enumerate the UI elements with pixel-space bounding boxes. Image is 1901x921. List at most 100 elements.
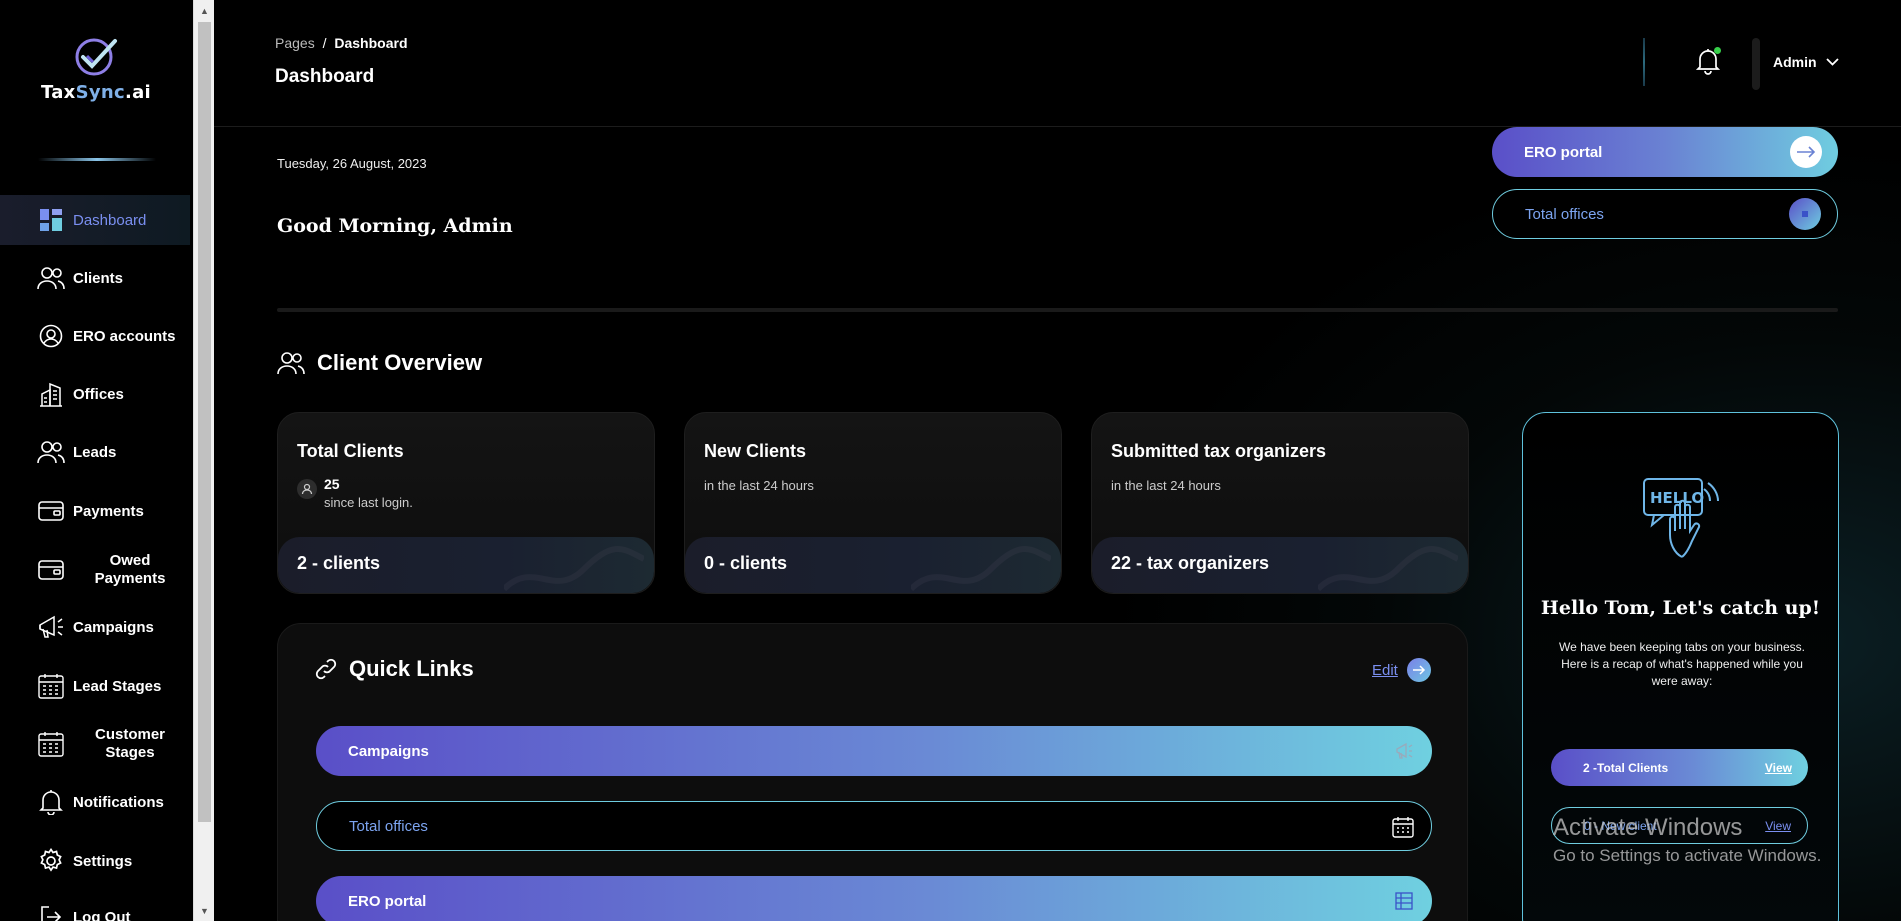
client-overview-title: Client Overview <box>277 350 482 376</box>
decorative-wave-icon <box>911 546 1051 591</box>
quick-link-total-offices[interactable]: Total offices <box>316 801 1432 851</box>
section-divider <box>277 308 1838 312</box>
card-footer: 0 - clients <box>685 537 1061 593</box>
sidebar-item-label: Log Out <box>73 909 131 921</box>
hello-hand-icon: HELLO <box>1643 478 1719 558</box>
ero-portal-label: ERO portal <box>1524 143 1603 161</box>
sidebar-item-label: Payments <box>73 502 144 520</box>
table-icon <box>1392 889 1416 913</box>
top-bar: Pages / Dashboard Dashboard Admin <box>214 0 1901 127</box>
sidebar-item-offices[interactable]: Offices <box>0 369 190 419</box>
quick-links-card: Quick Links Edit Campaigns Total offices… <box>277 623 1468 921</box>
activate-windows-watermark: Activate Windows Go to Settings to activ… <box>1553 814 1821 866</box>
view-total-clients-link[interactable]: View <box>1765 761 1792 775</box>
gear-icon <box>37 847 65 875</box>
watermark-subtitle: Go to Settings to activate Windows. <box>1553 846 1822 865</box>
sidebar-item-label: Clients <box>73 269 124 287</box>
catch-up-total-clients[interactable]: 2 -Total Clients View <box>1551 749 1808 786</box>
sidebar-item-label: Offices <box>73 385 124 403</box>
catch-up-text: We have been keeping tabs on your busine… <box>1559 640 1805 688</box>
sidebar-item-label: Dashboard <box>73 211 147 229</box>
scrollbar-thumb[interactable] <box>198 22 211 822</box>
link-icon <box>315 658 337 680</box>
sidebar-item-label: Lead Stages <box>73 677 162 695</box>
users-icon <box>277 352 305 375</box>
sidebar-item-customer-stages[interactable]: Customer Stages <box>0 719 190 769</box>
breadcrumb-separator: / <box>322 35 327 51</box>
user-menu[interactable]: Admin <box>1773 54 1839 70</box>
chevron-down-icon <box>1825 58 1839 66</box>
quick-link-ero-portal[interactable]: ERO portal <box>316 876 1432 921</box>
notifications-button[interactable] <box>1695 47 1721 80</box>
logo-divider <box>38 158 156 161</box>
client-count-caption: since last login. <box>324 495 413 510</box>
decorative-wave-icon <box>1318 546 1458 591</box>
sidebar-item-label: ERO accounts <box>73 327 176 345</box>
arrow-right-icon <box>1406 658 1431 682</box>
sidebar-item-logout[interactable]: Log Out <box>0 897 190 921</box>
card-title: New Clients <box>704 441 807 461</box>
card-subtitle: in the last 24 hours <box>704 478 814 493</box>
calendar-grid-icon <box>37 730 65 758</box>
sidebar-item-settings[interactable]: Settings <box>0 836 190 886</box>
user-icon <box>297 479 317 499</box>
sidebar-item-payments[interactable]: Payments <box>0 486 190 536</box>
sidebar-item-notifications[interactable]: Notifications <box>0 777 190 827</box>
arrow-right-icon <box>1790 136 1822 168</box>
decorative-wave-icon <box>504 546 644 591</box>
client-count: 25 <box>324 476 340 492</box>
user-circle-icon <box>37 322 65 350</box>
user-name: Admin <box>1773 54 1817 70</box>
card-footer: 22 - tax organizers <box>1092 537 1468 593</box>
breadcrumb: Pages / Dashboard <box>275 35 408 51</box>
megaphone-icon <box>1392 739 1416 763</box>
sidebar-item-owed-payments[interactable]: Owed Payments <box>0 545 190 595</box>
sidebar-item-campaigns[interactable]: Campaigns <box>0 602 190 652</box>
submitted-tax-organizers-card[interactable]: Submitted tax organizers in the last 24 … <box>1091 412 1469 594</box>
wallet-icon <box>37 497 65 525</box>
new-clients-card[interactable]: New Clients in the last 24 hours 0 - cli… <box>684 412 1062 594</box>
sidebar: TaxSync.ai Dashboard Clients ERO account… <box>0 0 193 921</box>
sidebar-item-leads[interactable]: Leads <box>0 427 190 477</box>
sidebar-item-dashboard[interactable]: Dashboard <box>0 195 190 245</box>
card-subtitle: in the last 24 hours <box>1111 478 1221 493</box>
notification-dot <box>1714 47 1721 54</box>
sidebar-item-label: Leads <box>73 443 117 461</box>
current-date: Tuesday, 26 August, 2023 <box>277 156 427 171</box>
total-offices-button[interactable]: Total offices <box>1492 189 1838 239</box>
wallet-icon <box>37 556 65 584</box>
quick-links-title: Quick Links <box>315 656 474 682</box>
catch-up-heading: Hello Tom, Let's catch up! <box>1540 597 1821 619</box>
watermark-title: Activate Windows <box>1553 814 1743 841</box>
quick-link-campaigns[interactable]: Campaigns <box>316 726 1432 776</box>
breadcrumb-root[interactable]: Pages <box>275 35 315 51</box>
brand-name: TaxSync.ai <box>40 82 152 103</box>
card-footer: 2 - clients <box>278 537 654 593</box>
logo-icon <box>75 38 117 76</box>
sidebar-item-ero-accounts[interactable]: ERO accounts <box>0 311 190 361</box>
sidebar-item-lead-stages[interactable]: Lead Stages <box>0 661 190 711</box>
card-title: Total Clients <box>297 441 404 461</box>
megaphone-icon <box>37 613 65 641</box>
sidebar-item-label: Campaigns <box>73 618 154 636</box>
scroll-up-arrow-icon[interactable]: ▲ <box>194 2 215 19</box>
sidebar-item-label: Customer Stages <box>94 726 165 761</box>
sidebar-item-label: Settings <box>73 852 133 870</box>
logo[interactable]: TaxSync.ai <box>40 36 152 103</box>
total-clients-card[interactable]: Total Clients 25 since last login. 2 - c… <box>277 412 655 594</box>
sidebar-item-clients[interactable]: Clients <box>0 253 190 303</box>
office-icon <box>1789 198 1821 230</box>
card-title: Submitted tax organizers <box>1111 441 1327 461</box>
logout-icon <box>37 903 65 921</box>
scroll-down-arrow-icon[interactable]: ▼ <box>194 902 215 919</box>
greeting: Good Morning, Admin <box>277 215 513 237</box>
ero-portal-button[interactable]: ERO portal <box>1492 127 1838 177</box>
page-title: Dashboard <box>275 66 375 87</box>
edit-quick-links-button[interactable]: Edit <box>1372 658 1431 682</box>
calendar-icon <box>1391 815 1415 839</box>
sidebar-scrollbar[interactable]: ▲ ▼ <box>193 0 214 921</box>
avatar[interactable] <box>1752 38 1760 90</box>
building-icon <box>37 380 65 408</box>
total-offices-label: Total offices <box>1525 205 1604 223</box>
users-icon <box>37 264 65 292</box>
